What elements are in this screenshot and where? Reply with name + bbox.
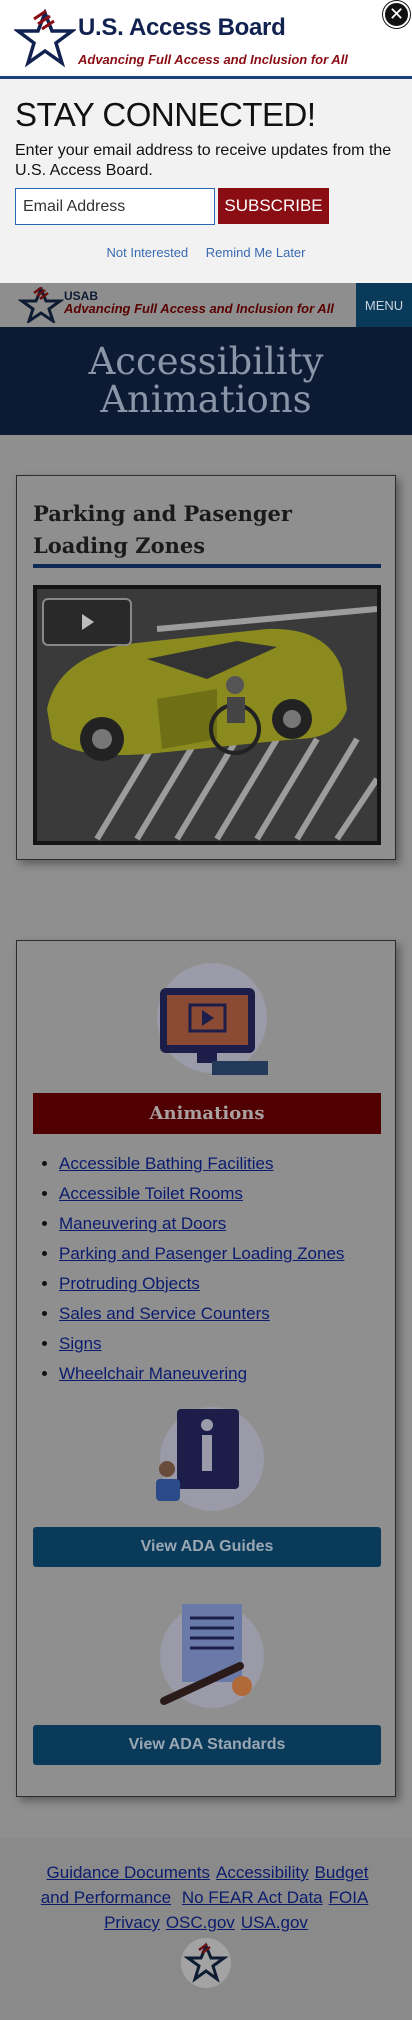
list-item: Accessible Toilet Rooms (59, 1179, 344, 1209)
footer-link[interactable]: Guidance Documents (47, 1863, 210, 1882)
list-item: Accessible Bathing Facilities (59, 1149, 344, 1179)
header-tagline: Advancing Full Access and Inclusion for … (64, 301, 334, 316)
video-card: Parking and Pasenger Loading Zones (16, 475, 396, 860)
title-divider (33, 564, 381, 568)
usab-star-logo (14, 9, 76, 68)
modal-heading: STAY CONNECTED! (15, 96, 316, 133)
animation-link[interactable]: Sales and Service Counters (59, 1304, 270, 1323)
animation-video[interactable] (33, 585, 381, 845)
modal-site-name: U.S. Access Board (78, 14, 286, 41)
remind-later-link[interactable]: Remind Me Later (206, 245, 306, 260)
play-button[interactable] (42, 598, 132, 646)
animations-list: Accessible Bathing Facilities Accessible… (37, 1149, 344, 1389)
email-field[interactable] (15, 188, 215, 225)
footer-link[interactable]: No FEAR Act Data (182, 1888, 323, 1907)
stay-connected-modal: U.S. Access Board Advancing Full Access … (0, 0, 412, 283)
list-item: Protruding Objects (59, 1269, 344, 1299)
menu-button[interactable]: MENU (356, 283, 412, 327)
page-background: USAB Advancing Full Access and Inclusion… (0, 0, 412, 2020)
play-icon (82, 614, 94, 630)
animation-link[interactable]: Maneuvering at Doors (59, 1214, 226, 1233)
list-item: Signs (59, 1329, 344, 1359)
list-item: Sales and Service Counters (59, 1299, 344, 1329)
footer-link[interactable]: Accessibility (216, 1863, 309, 1882)
standards-document-illustration (160, 1604, 264, 1708)
computer-video-illustration (157, 963, 268, 1075)
site-footer: Guidance Documents Accessibility Budget an… (0, 1838, 412, 2020)
subscribe-button[interactable]: SUBSCRIBE (218, 188, 329, 224)
modal-header: U.S. Access Board Advancing Full Access … (0, 0, 412, 79)
modal-tagline: Advancing Full Access and Inclusion for … (78, 52, 348, 67)
footer-links: Guidance Documents Accessibility Budget an… (40, 1860, 372, 1935)
animation-link[interactable]: Signs (59, 1334, 102, 1353)
footer-link[interactable]: OSC.gov (166, 1913, 235, 1932)
modal-description: Enter your email address to receive upda… (15, 142, 392, 179)
info-book-illustration (156, 1407, 264, 1511)
animation-link[interactable]: Accessible Toilet Rooms (59, 1184, 243, 1203)
footer-link[interactable]: Privacy (104, 1913, 160, 1932)
animations-heading-bar: Animations (33, 1093, 381, 1134)
animation-link[interactable]: Protruding Objects (59, 1274, 200, 1293)
view-ada-standards-button[interactable]: View ADA Standards (33, 1725, 381, 1765)
animation-link[interactable]: Wheelchair Maneuvering (59, 1364, 247, 1383)
animation-link[interactable]: Parking and Pasenger Loading Zones (59, 1244, 344, 1263)
modal-dismiss-links: Not Interested Remind Me Later (0, 245, 412, 260)
footer-star-seal (181, 1938, 231, 1988)
star-logo-icon (183, 1942, 229, 1983)
page-title: Accessibility Animations (88, 340, 324, 421)
footer-link[interactable]: FOIA (329, 1888, 369, 1907)
site-header: USAB Advancing Full Access and Inclusion… (0, 283, 412, 327)
hero-banner: Accessibility Animations (0, 327, 412, 435)
list-item: Parking and Pasenger Loading Zones (59, 1239, 344, 1269)
close-icon[interactable]: ✕ (383, 1, 410, 28)
animation-link[interactable]: Accessible Bathing Facilities (59, 1154, 273, 1173)
video-card-title: Parking and Pasenger Loading Zones (33, 501, 292, 558)
list-item: Wheelchair Maneuvering (59, 1359, 344, 1389)
usab-star-logo[interactable] (18, 287, 64, 323)
footer-link[interactable]: USA.gov (241, 1913, 308, 1932)
list-item: Maneuvering at Doors (59, 1209, 344, 1239)
view-ada-guides-button[interactable]: View ADA Guides (33, 1527, 381, 1567)
animations-card: Animations Accessible Bathing Facilities… (16, 940, 396, 1797)
not-interested-link[interactable]: Not Interested (107, 245, 189, 260)
